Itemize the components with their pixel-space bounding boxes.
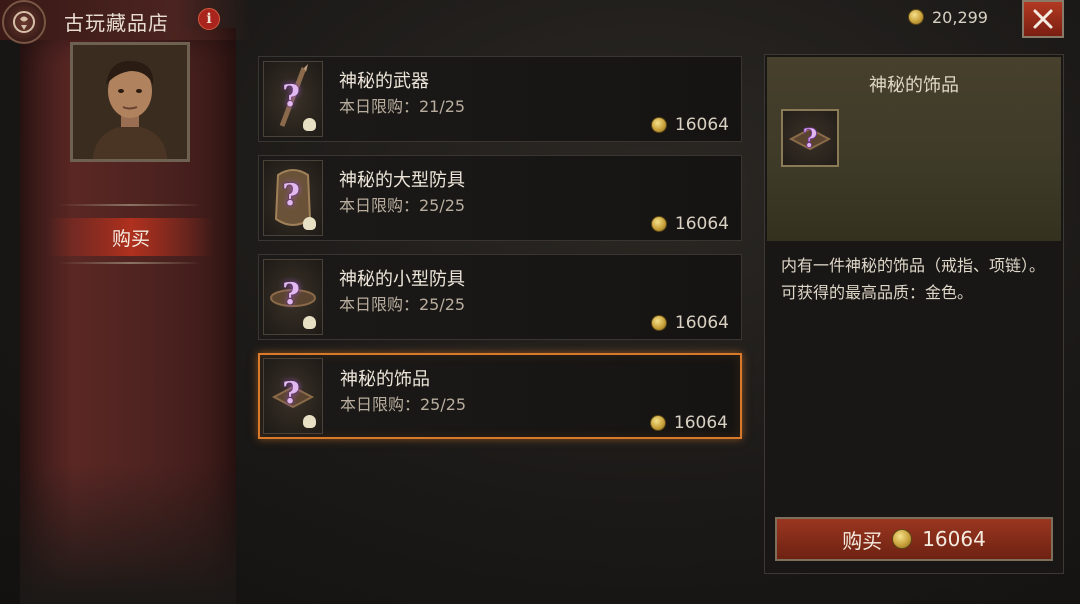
item-price-value: 16064 [674,214,729,234]
item-limit: 本日限购：25/25 [339,295,466,314]
info-icon[interactable]: i [198,8,220,30]
gold-amount: 20,299 [932,7,988,27]
item-limit: 本日限购：21/25 [339,97,466,116]
item-name: 神秘的武器 [339,71,429,92]
item-price-value: 16064 [674,115,729,135]
item-price-value: 16064 [673,413,728,433]
item-row-mystery-weapon[interactable]: ? 神秘的武器 本日限购：21/25 16064 [258,56,742,142]
gold-coin-icon [908,9,924,25]
item-price: 16064 [649,413,728,433]
svg-text:?: ? [802,124,817,154]
divider [58,262,202,264]
item-name: 神秘的饰品 [340,369,430,390]
buy-button-price: 16064 [922,527,986,551]
skull-icon [303,316,316,329]
item-limit: 本日限购：25/25 [340,395,467,414]
detail-description: 内有一件神秘的饰品（戒指、项链）。 可获得的最高品质：金色。 [781,253,1051,307]
item-name: 神秘的小型防具 [339,269,465,290]
item-limit: 本日限购：25/25 [339,196,466,215]
gold-balance: 20,299 [908,6,988,28]
gold-coin-icon [649,415,666,431]
detail-desc-line: 可获得的最高品质：金色。 [781,283,974,302]
detail-desc-line: 内有一件神秘的饰品（戒指、项链）。 [781,256,1046,275]
shop-screen: 古玩藏品店 i 购买 20,299 ? 神秘的武器 本日限购：21/25 160… [0,0,1080,604]
item-row-mystery-small-armor[interactable]: ? 神秘的小型防具 本日限购：25/25 16064 [258,254,742,340]
skull-icon [303,217,316,230]
mystery-large-armor-icon: ? [263,160,323,236]
detail-title: 神秘的饰品 [869,75,959,96]
mystery-weapon-icon: ? [263,61,323,137]
buy-button[interactable]: 购买 16064 [775,517,1053,561]
item-list: ? 神秘的武器 本日限购：21/25 16064 ? 神秘的大型防具 本日限购：… [258,56,742,452]
skull-icon [303,118,316,131]
close-icon [1033,9,1053,29]
buy-button-label: 购买 [842,528,883,553]
item-row-mystery-large-armor[interactable]: ? 神秘的大型防具 本日限购：25/25 16064 [258,155,742,241]
skull-icon [303,415,316,428]
gold-coin-icon [650,117,667,133]
gold-coin-icon [650,216,667,232]
merchant-portrait [70,42,190,162]
mystery-jewelry-icon: ? [263,358,323,434]
shop-title: 古玩藏品店 [64,11,169,35]
shop-emblem-icon [2,0,46,44]
detail-panel: 神秘的饰品 ? 内有一件神秘的饰品（戒指、项链）。 可获得的最高品质：金色。 购… [764,54,1064,574]
tab-buy[interactable]: 购买 [48,218,214,256]
mystery-jewelry-icon: ? [781,109,839,167]
item-row-mystery-jewelry[interactable]: ? 神秘的饰品 本日限购：25/25 16064 [258,353,742,439]
item-name: 神秘的大型防具 [339,170,465,191]
mystery-small-armor-icon: ? [263,259,323,335]
item-price: 16064 [650,313,729,333]
close-button[interactable] [1022,0,1064,38]
detail-header: 神秘的饰品 ? [767,57,1061,241]
item-price: 16064 [650,214,729,234]
gold-coin-icon [650,315,667,331]
item-price-value: 16064 [674,313,729,333]
item-price: 16064 [650,115,729,135]
gold-coin-icon [892,529,913,549]
divider [58,204,202,206]
